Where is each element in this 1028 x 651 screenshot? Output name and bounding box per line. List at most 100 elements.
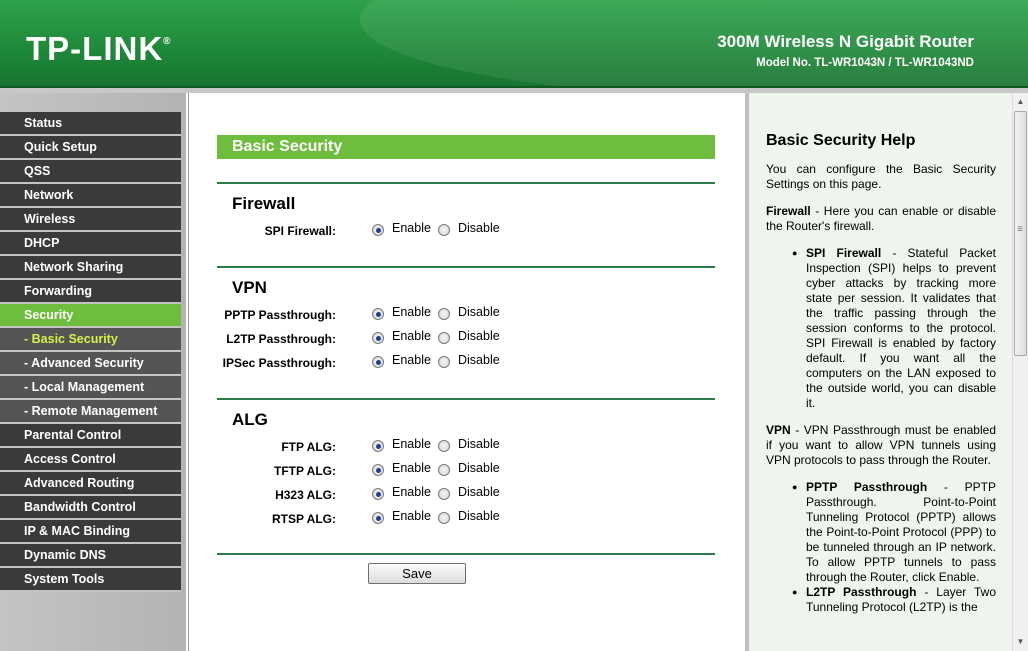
- rtsp-alg-disable-radio[interactable]: [438, 512, 450, 524]
- disable-label: Disable: [458, 329, 500, 343]
- help-vpn-paragraph: VPN - VPN Passthrough must be enabled if…: [766, 423, 996, 468]
- pptp-enable-option: Enable: [372, 305, 431, 320]
- sidebar-item-parental-control[interactable]: Parental Control: [0, 424, 181, 448]
- rtsp-alg-enable-radio[interactable]: [372, 512, 384, 524]
- h323-alg-disable-option: Disable: [438, 485, 500, 500]
- l2tp-disable-option: Disable: [438, 329, 500, 344]
- disable-label: Disable: [458, 485, 500, 499]
- scroll-up-arrow-icon[interactable]: ▲: [1013, 95, 1028, 109]
- enable-label: Enable: [392, 437, 431, 451]
- help-title: Basic Security Help: [766, 132, 916, 149]
- help-firewall-term: Firewall: [766, 204, 811, 218]
- pptp-disable-radio[interactable]: [438, 308, 450, 320]
- h323-alg-enable-option: Enable: [372, 485, 431, 500]
- tftp-alg-enable-radio[interactable]: [372, 464, 384, 476]
- alg-heading: ALG: [232, 410, 268, 429]
- spi-firewall-enable-option: Enable: [372, 221, 431, 236]
- sidebar-item-dynamic-dns[interactable]: Dynamic DNS: [0, 544, 181, 568]
- help-firewall-list: SPI Firewall - Stateful Packet Inspectio…: [766, 246, 996, 411]
- ftp-alg-enable-option: Enable: [372, 437, 431, 452]
- sidebar-subitem-basic-security[interactable]: - Basic Security: [0, 328, 181, 352]
- firewall-heading: Firewall: [232, 194, 296, 213]
- tftp-alg-disable-option: Disable: [438, 461, 500, 476]
- tp-link-logo: TP-LINK®: [26, 30, 172, 68]
- sidebar-item-system-tools[interactable]: System Tools: [0, 568, 181, 592]
- logo-registered-mark: ®: [163, 36, 172, 47]
- sidebar-item-security[interactable]: Security: [0, 304, 181, 328]
- spi-firewall-label: SPI Firewall:: [264, 224, 336, 238]
- save-button[interactable]: Save: [368, 563, 466, 584]
- help-vpn-text: - VPN Passthrough must be enabled if you…: [766, 423, 996, 467]
- ftp-alg-disable-option: Disable: [438, 437, 500, 452]
- disable-label: Disable: [458, 461, 500, 475]
- help-spi-text: - Stateful Packet Inspection (SPI) helps…: [806, 246, 996, 410]
- ftp-alg-enable-radio[interactable]: [372, 440, 384, 452]
- page-title: Basic Security: [217, 135, 715, 159]
- rtsp-alg-label: RTSP ALG:: [271, 512, 336, 526]
- ipsec-disable-radio[interactable]: [438, 356, 450, 368]
- sidebar-item-dhcp[interactable]: DHCP: [0, 232, 181, 256]
- sidebar-item-ip-mac-binding[interactable]: IP & MAC Binding: [0, 520, 181, 544]
- spi-firewall-disable-radio[interactable]: [438, 224, 450, 236]
- disable-label: Disable: [458, 305, 500, 319]
- disable-label: Disable: [458, 509, 500, 523]
- scroll-down-arrow-icon[interactable]: ▼: [1013, 635, 1028, 649]
- spi-firewall-enable-radio[interactable]: [372, 224, 384, 236]
- l2tp-enable-option: Enable: [372, 329, 431, 344]
- rtsp-alg-disable-option: Disable: [438, 509, 500, 524]
- scrollbar-thumb[interactable]: [1014, 111, 1027, 356]
- divider: [217, 398, 715, 400]
- l2tp-enable-radio[interactable]: [372, 332, 384, 344]
- enable-label: Enable: [392, 329, 431, 343]
- sidebar-item-qss[interactable]: QSS: [0, 160, 181, 184]
- divider: [217, 266, 715, 268]
- help-vpn-list: PPTP Passthrough - PPTP Passthrough. Poi…: [766, 480, 996, 615]
- pptp-passthrough-label: PPTP Passthrough:: [224, 308, 336, 322]
- disable-label: Disable: [458, 353, 500, 367]
- ipsec-disable-option: Disable: [438, 353, 500, 368]
- h323-alg-disable-radio[interactable]: [438, 488, 450, 500]
- sidebar-subitem-local-management[interactable]: - Local Management: [0, 376, 181, 400]
- help-l2tp-term: L2TP Passthrough: [806, 585, 917, 599]
- sidebar-item-access-control[interactable]: Access Control: [0, 448, 181, 472]
- ftp-alg-disable-radio[interactable]: [438, 440, 450, 452]
- main-panel: Basic Security Firewall SPI Firewall: En…: [188, 93, 745, 651]
- tftp-alg-enable-option: Enable: [372, 461, 431, 476]
- sidebar-item-status[interactable]: Status: [0, 112, 181, 136]
- help-l2tp-item: L2TP Passthrough - Layer Two Tunneling P…: [792, 585, 996, 615]
- help-scrollbar[interactable]: ▲ ▼: [1012, 93, 1028, 651]
- help-pptp-term: PPTP Passthrough: [806, 480, 928, 494]
- vpn-heading: VPN: [232, 278, 267, 297]
- disable-label: Disable: [458, 221, 500, 235]
- help-pptp-text: - PPTP Passthrough. Point-to-Point Tunne…: [806, 480, 996, 584]
- sidebar-item-quick-setup[interactable]: Quick Setup: [0, 136, 181, 160]
- help-vpn-term: VPN: [766, 423, 791, 437]
- h323-alg-enable-radio[interactable]: [372, 488, 384, 500]
- sidebar-item-bandwidth-control[interactable]: Bandwidth Control: [0, 496, 181, 520]
- ipsec-enable-option: Enable: [372, 353, 431, 368]
- sidebar-item-network-sharing[interactable]: Network Sharing: [0, 256, 181, 280]
- sidebar-item-advanced-routing[interactable]: Advanced Routing: [0, 472, 181, 496]
- pptp-disable-option: Disable: [438, 305, 500, 320]
- enable-label: Enable: [392, 221, 431, 235]
- l2tp-disable-radio[interactable]: [438, 332, 450, 344]
- divider: [217, 182, 715, 184]
- tftp-alg-disable-radio[interactable]: [438, 464, 450, 476]
- help-panel: Basic Security Help You can configure th…: [745, 93, 1012, 651]
- sidebar-menu: Status Quick Setup QSS Network Wireless …: [0, 93, 186, 651]
- sidebar-item-network[interactable]: Network: [0, 184, 181, 208]
- ipsec-enable-radio[interactable]: [372, 356, 384, 368]
- sidebar-item-wireless[interactable]: Wireless: [0, 208, 181, 232]
- sidebar-item-forwarding[interactable]: Forwarding: [0, 280, 181, 304]
- disable-label: Disable: [458, 437, 500, 451]
- pptp-enable-radio[interactable]: [372, 308, 384, 320]
- divider: [217, 553, 715, 555]
- header-banner: TP-LINK® 300M Wireless N Gigabit Router …: [0, 0, 1028, 88]
- enable-label: Enable: [392, 509, 431, 523]
- model-number: Model No. TL-WR1043N / TL-WR1043ND: [756, 57, 974, 69]
- sidebar-subitem-advanced-security[interactable]: - Advanced Security: [0, 352, 181, 376]
- help-intro: You can configure the Basic Security Set…: [766, 162, 996, 191]
- help-spi-term: SPI Firewall: [806, 246, 882, 260]
- spi-firewall-disable-option: Disable: [438, 221, 500, 236]
- sidebar-subitem-remote-management[interactable]: - Remote Management: [0, 400, 181, 424]
